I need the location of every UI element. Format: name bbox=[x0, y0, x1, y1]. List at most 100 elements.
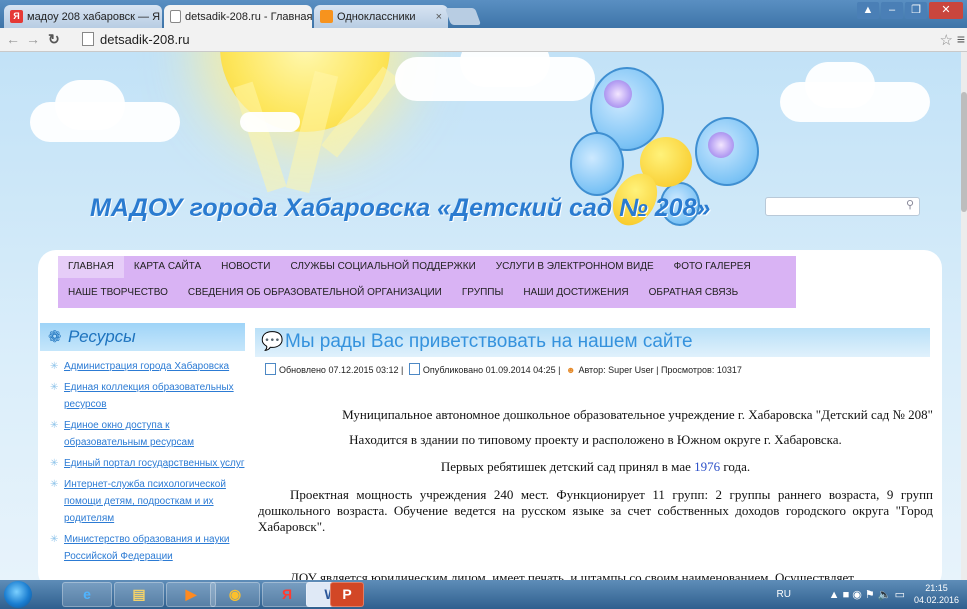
site-title[interactable]: МАДОУ города Хабаровска «Детский сад № 2… bbox=[90, 194, 710, 223]
article-title: Мы рады Вас приветствовать на нашем сайт… bbox=[285, 331, 693, 352]
tab-label: мадоу 208 хабаровск — Я bbox=[27, 10, 161, 23]
web-page: МАДОУ города Хабаровска «Детский сад № 2… bbox=[0, 52, 961, 580]
bullet-star-icon: ✳ bbox=[50, 458, 59, 469]
sidebar-link-label: Интернет-служба психологической помощи д… bbox=[64, 479, 226, 524]
close-window-icon[interactable]: ✕ bbox=[929, 2, 963, 19]
yandex-icon[interactable]: Я bbox=[262, 582, 312, 607]
sidebar-link-psych-help[interactable]: ✳ Интернет-служба психологической помощи … bbox=[40, 476, 245, 527]
page-icon bbox=[82, 32, 94, 46]
tab-odnoklassniki[interactable]: Одноклассники × bbox=[314, 5, 448, 28]
windows-taskbar: e ▤ ▶ ◉ Я W P RU ▲ ■ ◉ ⚑ 🔈 ▭ 21:15 04.02… bbox=[0, 580, 967, 609]
nav-item-creativity[interactable]: НАШЕ ТВОРЧЕСТВО bbox=[58, 282, 178, 304]
user-icon: ☻ bbox=[565, 365, 576, 375]
article-paragraph: Находится в здании по типовому проекту и… bbox=[349, 432, 842, 447]
page-favicon-icon bbox=[170, 10, 181, 23]
gear-icon: ❁ bbox=[48, 329, 62, 346]
nav-item-sitemap[interactable]: КАРТА САЙТА bbox=[124, 256, 211, 278]
url-text: detsadik-208.ru bbox=[100, 32, 190, 47]
start-button[interactable] bbox=[4, 581, 32, 608]
sidebar-link-khabarovsk-admin[interactable]: ✳ Администрация города Хабаровска bbox=[40, 358, 245, 375]
nav-item-groups[interactable]: ГРУППЫ bbox=[452, 282, 513, 304]
sidebar-link-edu-collection[interactable]: ✳ Единая коллекция образовательных ресурс… bbox=[40, 379, 245, 413]
tab-detsadik[interactable]: detsadik-208.ru - Главная × bbox=[164, 5, 312, 28]
explorer-icon[interactable]: ▤ bbox=[114, 582, 164, 607]
article-paragraph: ДОУ является юридическим лицом, имеет пе… bbox=[290, 570, 854, 580]
nav-item-photo-gallery[interactable]: ФОТО ГАЛЕРЕЯ bbox=[664, 256, 761, 278]
odnoklassniki-favicon-icon bbox=[320, 10, 333, 23]
sidebar-link-gosuslugi[interactable]: ✳ Единый портал государственных услуг bbox=[40, 455, 245, 472]
speech-bubble-icon: 💬 bbox=[261, 331, 284, 351]
media-player-icon[interactable]: ▶ bbox=[166, 582, 216, 607]
article-updated: Обновлено 07.12.2015 03:12 bbox=[279, 365, 399, 375]
back-arrow-icon[interactable]: ← bbox=[6, 31, 20, 47]
sidebar-link-label: Единое окно доступа к образовательным ре… bbox=[64, 420, 194, 448]
sidebar-link-label: Единая коллекция образовательных ресурсо… bbox=[64, 382, 234, 410]
tab-yandex-search[interactable]: Я мадоу 208 хабаровск — Я × bbox=[4, 5, 162, 28]
chrome-icon[interactable]: ◉ bbox=[210, 582, 260, 607]
forward-arrow-icon[interactable]: → bbox=[26, 31, 40, 47]
article-author: Автор: Super User bbox=[578, 365, 654, 375]
sidebar-link-label: Министерство образования и науки Российс… bbox=[64, 534, 230, 562]
yandex-favicon-icon: Я bbox=[10, 10, 23, 23]
sidebar-heading: ❁ Ресурсы bbox=[40, 323, 245, 351]
nav-item-feedback[interactable]: ОБРАТНАЯ СВЯЗЬ bbox=[639, 282, 749, 304]
maximize-icon[interactable]: ❐ bbox=[905, 2, 927, 19]
cloud-graphic bbox=[805, 62, 875, 108]
article-published: Опубликовано 01.09.2014 04:25 bbox=[422, 365, 556, 375]
powerpoint-icon[interactable]: P bbox=[330, 582, 364, 607]
main-navigation: ГЛАВНАЯ КАРТА САЙТА НОВОСТИ СЛУЖБЫ СОЦИА… bbox=[58, 256, 796, 308]
close-tab-icon[interactable]: × bbox=[430, 11, 442, 23]
clock-date: 04.02.2016 bbox=[913, 595, 959, 605]
browser-toolbar: ← → ↻ detsadik-208.ru ☆ ≡ bbox=[0, 28, 967, 52]
nav-item-news[interactable]: НОВОСТИ bbox=[211, 256, 280, 278]
close-tab-icon[interactable]: × bbox=[160, 11, 162, 23]
search-icon[interactable]: ⚲ bbox=[906, 198, 914, 211]
bullet-star-icon: ✳ bbox=[50, 361, 59, 372]
nav-item-achievements[interactable]: НАШИ ДОСТИЖЕНИЯ bbox=[513, 282, 638, 304]
user-icon[interactable]: ▲ bbox=[857, 2, 879, 19]
page-scrollbar[interactable] bbox=[961, 52, 967, 580]
minimize-icon[interactable]: – bbox=[881, 2, 903, 19]
paragraph-text: Первых ребятишек детский сад принял в ма… bbox=[440, 459, 695, 474]
calendar-icon bbox=[408, 363, 420, 375]
paragraph-text: года. bbox=[720, 459, 751, 474]
bookmark-star-icon[interactable]: ☆ bbox=[940, 31, 953, 49]
clock[interactable]: 21:15 04.02.2016 bbox=[914, 582, 959, 606]
language-indicator[interactable]: RU bbox=[777, 589, 791, 600]
nav-item-org-info[interactable]: СВЕДЕНИЯ ОБ ОБРАЗОВАТЕЛЬНОЙ ОРГАНИЗАЦИИ bbox=[178, 282, 452, 304]
sidebar-link-label: Единый портал государственных услуг bbox=[64, 458, 245, 469]
sidebar-link-single-window[interactable]: ✳ Единое окно доступа к образовательным р… bbox=[40, 417, 245, 451]
tab-label: Одноклассники bbox=[337, 10, 416, 23]
ie-icon[interactable]: e bbox=[62, 582, 112, 607]
bullet-star-icon: ✳ bbox=[50, 382, 59, 393]
nav-row-2: НАШЕ ТВОРЧЕСТВО СВЕДЕНИЯ ОБ ОБРАЗОВАТЕЛЬ… bbox=[58, 282, 748, 304]
butterfly-wing bbox=[570, 132, 624, 196]
article-paragraph: Муниципальное автономное дошкольное обра… bbox=[342, 407, 933, 422]
article-paragraph: Первых ребятишек детский сад принял в ма… bbox=[258, 459, 933, 475]
cloud-graphic bbox=[55, 80, 125, 130]
article-meta: Обновлено 07.12.2015 03:12 | Опубликован… bbox=[262, 363, 742, 375]
new-tab-button[interactable] bbox=[444, 8, 482, 25]
site-search-input[interactable]: ⚲ bbox=[765, 197, 920, 216]
sidebar-link-label: Администрация города Хабаровска bbox=[64, 361, 230, 372]
wing-spot bbox=[604, 80, 632, 108]
year-link[interactable]: 1976 bbox=[694, 459, 720, 474]
menu-icon[interactable]: ≡ bbox=[957, 31, 965, 47]
bullet-star-icon: ✳ bbox=[50, 479, 59, 490]
sidebar-links: ✳ Администрация города Хабаровска ✳ Единая… bbox=[40, 358, 245, 569]
sidebar-heading-text: Ресурсы bbox=[68, 327, 136, 346]
tray-icons[interactable]: ▲ ■ ◉ ⚑ 🔈 ▭ bbox=[829, 588, 905, 601]
nav-row-1: ГЛАВНАЯ КАРТА САЙТА НОВОСТИ СЛУЖБЫ СОЦИА… bbox=[58, 256, 761, 278]
scrollbar-thumb[interactable] bbox=[961, 92, 967, 212]
tab-label: detsadik-208.ru - Главная bbox=[185, 10, 312, 23]
bullet-star-icon: ✳ bbox=[50, 534, 59, 545]
sidebar-link-ministry[interactable]: ✳ Министерство образования и науки Россий… bbox=[40, 531, 245, 565]
reload-icon[interactable]: ↻ bbox=[48, 31, 60, 48]
address-bar[interactable]: detsadik-208.ru bbox=[82, 31, 942, 48]
nav-item-electronic-services[interactable]: УСЛУГИ В ЭЛЕКТРОННОМ ВИДЕ bbox=[486, 256, 664, 278]
calendar-icon bbox=[265, 363, 276, 375]
nav-item-home[interactable]: ГЛАВНАЯ bbox=[58, 256, 124, 278]
wing-spot bbox=[708, 132, 734, 158]
nav-item-social-services[interactable]: СЛУЖБЫ СОЦИАЛЬНОЙ ПОДДЕРЖКИ bbox=[280, 256, 485, 278]
clock-time: 21:15 bbox=[925, 583, 948, 593]
